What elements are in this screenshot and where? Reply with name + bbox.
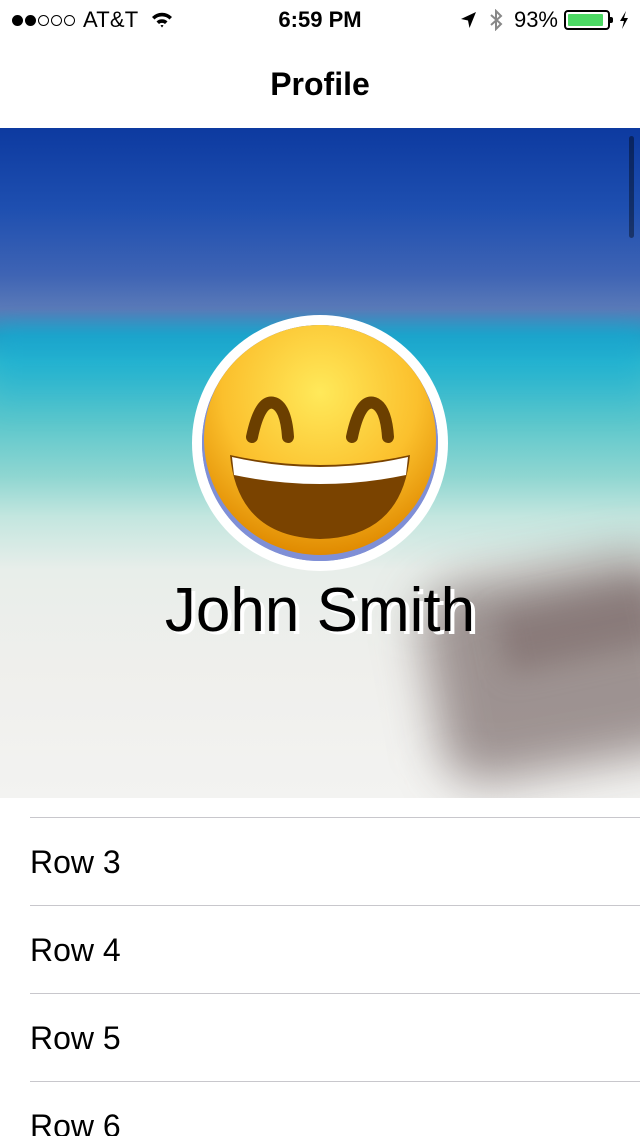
table-list: Row 3 Row 4 Row 5 Row 6 <box>0 798 640 1136</box>
battery-percentage: 93% <box>513 7 558 32</box>
list-item-label: Row 4 <box>30 932 121 968</box>
list-item[interactable]: Row 5 <box>30 994 640 1082</box>
page-title: Profile <box>270 66 370 102</box>
list-item-label: Row 6 <box>30 1108 121 1136</box>
avatar-image <box>202 325 438 561</box>
avatar[interactable] <box>192 315 448 571</box>
list-item-label: Row 5 <box>30 1020 121 1056</box>
grinning-face-emoji-icon <box>202 325 438 561</box>
list-item[interactable]: Row 6 <box>30 1082 640 1136</box>
bluetooth-icon <box>486 8 506 32</box>
profile-header-image: John Smith <box>0 128 640 798</box>
list-item-label: Row 3 <box>30 844 121 880</box>
charging-bolt-icon <box>618 10 630 30</box>
scroll-indicator[interactable] <box>629 136 634 238</box>
status-bar: AT&T 6:59 PM 93% <box>0 0 640 40</box>
list-item[interactable]: Row 3 <box>30 818 640 906</box>
profile-name: John Smith <box>164 576 476 645</box>
location-arrow-icon <box>458 9 478 31</box>
list-item[interactable]: Row 4 <box>30 906 640 994</box>
navigation-bar: Profile <box>0 40 640 128</box>
battery-icon <box>564 10 613 30</box>
battery-level <box>568 14 604 26</box>
status-right: 93% <box>458 7 630 33</box>
list-divider <box>30 798 640 818</box>
